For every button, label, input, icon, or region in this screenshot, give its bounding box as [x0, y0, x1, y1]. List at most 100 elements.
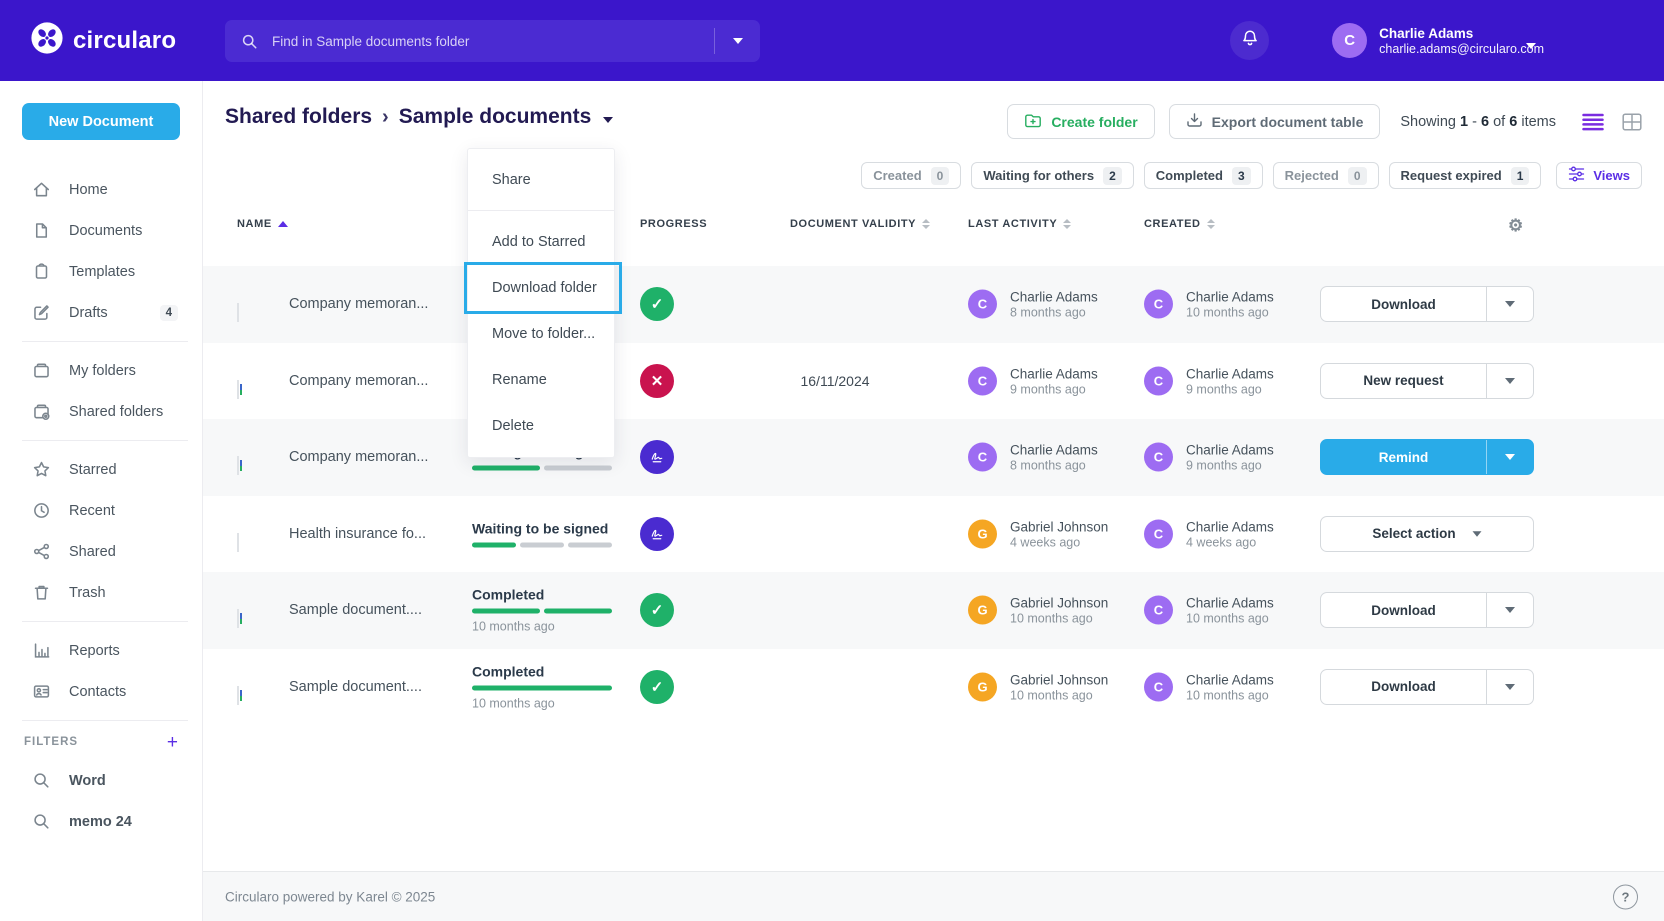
folder-menu-item[interactable]: Rename	[468, 357, 614, 403]
sidebar-item[interactable]: Shared	[0, 531, 202, 572]
document-name[interactable]: Company memoran...	[289, 449, 428, 465]
sidebar-item-label: Templates	[69, 264, 135, 280]
circularo-logo[interactable]: circularo	[30, 21, 176, 60]
last-activity-name: Charlie Adams	[1010, 442, 1098, 459]
created-by: C Charlie Adams 10 months ago	[1144, 671, 1274, 702]
signature-icon	[640, 440, 674, 474]
action-dropdown-toggle[interactable]	[1486, 287, 1533, 321]
row-action-label: New request	[1363, 373, 1443, 388]
table-settings-gear-icon[interactable]: ⚙	[1508, 216, 1524, 236]
row-action-button[interactable]: Download	[1320, 286, 1534, 322]
notifications-button[interactable]	[1230, 21, 1269, 60]
user-menu-caret-icon[interactable]	[1526, 36, 1536, 54]
last-activity-avatar: C	[968, 290, 997, 319]
sidebar-item[interactable]: Contacts	[0, 671, 202, 712]
sidebar-item[interactable]: My folders	[0, 350, 202, 391]
export-document-table-button[interactable]: Export document table	[1169, 104, 1381, 139]
document-name[interactable]: Sample document....	[289, 679, 422, 695]
global-search[interactable]	[225, 20, 760, 62]
progress-bar	[472, 466, 612, 471]
reports-icon	[32, 641, 51, 660]
status-filter-chip[interactable]: Created 0	[861, 162, 961, 189]
table-row[interactable]: Company memoran... Waiting to be signed …	[203, 419, 1664, 496]
search-scope-dropdown[interactable]	[714, 28, 760, 54]
created-time: 9 months ago	[1186, 382, 1274, 396]
sidebar-item[interactable]: Trash	[0, 572, 202, 613]
table-row[interactable]: Sample document.... Completed 10 months …	[203, 649, 1664, 726]
search-input[interactable]	[270, 33, 714, 50]
status-filter-chip[interactable]: Rejected 0	[1273, 162, 1379, 189]
row-action-button[interactable]: Download	[1320, 669, 1534, 705]
created-avatar: C	[1144, 443, 1173, 472]
views-button[interactable]: Views	[1556, 162, 1642, 189]
sidebar-item[interactable]: Recent	[0, 490, 202, 531]
grid-view-icon[interactable]	[1622, 113, 1642, 131]
column-header-document-validity[interactable]: DOCUMENT VALIDITY	[790, 218, 930, 230]
last-activity-avatar: G	[968, 596, 997, 625]
table-row[interactable]: Company memoran... ✓ C Charlie Adams 8 m…	[203, 266, 1664, 343]
document-name[interactable]: Company memoran...	[289, 296, 428, 312]
row-action-button[interactable]: Remind	[1320, 439, 1534, 475]
templates-icon	[32, 262, 51, 281]
chip-count-badge: 3	[1232, 167, 1251, 185]
created-time: 4 weeks ago	[1186, 535, 1274, 549]
table-row[interactable]: Company memoran... ✕ 16/11/2024 C Charli…	[203, 343, 1664, 420]
last-activity: G Gabriel Johnson 10 months ago	[968, 595, 1108, 626]
status-filter-chip[interactable]: Request expired 1	[1389, 162, 1542, 189]
help-button[interactable]: ?	[1613, 884, 1638, 909]
row-action-button[interactable]: New request	[1320, 363, 1534, 399]
folder-menu-item[interactable]: Share	[468, 157, 614, 211]
sidebar-item[interactable]: Shared folders	[0, 391, 202, 432]
breadcrumb-parent[interactable]: Shared folders	[225, 105, 372, 129]
document-name[interactable]: Sample document....	[289, 602, 422, 618]
folder-menu-caret-icon[interactable]	[603, 105, 613, 129]
action-dropdown-toggle[interactable]	[1486, 670, 1533, 704]
table-row[interactable]: Sample document.... Completed 10 months …	[203, 572, 1664, 649]
row-action-button[interactable]: Download	[1320, 592, 1534, 628]
documents-icon	[32, 221, 51, 240]
sidebar-item[interactable]: Home	[0, 169, 202, 210]
footer: Circularo powered by Karel © 2025 ?	[203, 871, 1664, 921]
create-folder-button[interactable]: Create folder	[1007, 104, 1154, 139]
bell-icon	[1240, 28, 1260, 53]
document-name[interactable]: Health insurance fo...	[289, 526, 426, 542]
document-thumbnail	[237, 686, 239, 705]
column-header-name[interactable]: NAME	[237, 218, 288, 230]
user-menu[interactable]: C Charlie Adams charlie.adams@circularo.…	[1332, 23, 1544, 58]
filter-item[interactable]: memo 24	[0, 801, 202, 842]
last-activity-name: Gabriel Johnson	[1010, 671, 1108, 688]
status-filter-chip[interactable]: Completed 3	[1144, 162, 1263, 189]
filter-item[interactable]: Word	[0, 760, 202, 801]
column-header-created[interactable]: CREATED	[1144, 218, 1215, 230]
created-by: C Charlie Adams 10 months ago	[1144, 289, 1274, 320]
status-filter-chip[interactable]: Waiting for others 2	[971, 162, 1133, 189]
table-row[interactable]: Health insurance fo... Waiting to be sig…	[203, 496, 1664, 573]
chip-count-badge: 1	[1511, 167, 1530, 185]
row-action-button[interactable]: Select action	[1320, 516, 1534, 552]
new-document-button[interactable]: New Document	[22, 103, 180, 140]
action-dropdown-toggle[interactable]	[1486, 440, 1533, 474]
status-filter-chips: Created 0 Waiting for others 2 Completed…	[861, 162, 1642, 189]
sidebar-item[interactable]: Drafts 4	[0, 292, 202, 333]
breadcrumb-current[interactable]: Sample documents	[399, 105, 592, 129]
created-time: 10 months ago	[1186, 612, 1274, 626]
add-filter-button[interactable]: +	[167, 733, 178, 752]
list-view-icon[interactable]	[1582, 113, 1604, 131]
folder-menu-item[interactable]: Delete	[468, 403, 614, 449]
folder-menu-item[interactable]: Add to Starred	[468, 219, 614, 265]
document-name[interactable]: Company memoran...	[289, 373, 428, 389]
sliders-icon	[1568, 166, 1585, 185]
sidebar-item[interactable]: Documents	[0, 210, 202, 251]
sidebar-item[interactable]: Starred	[0, 449, 202, 490]
action-dropdown-toggle[interactable]	[1486, 364, 1533, 398]
folder-menu-item[interactable]: Move to folder...	[468, 311, 614, 357]
folder-menu-item[interactable]: Download folder	[468, 265, 614, 311]
action-dropdown-toggle[interactable]	[1486, 593, 1533, 627]
home-icon	[32, 180, 51, 199]
column-header-last-activity[interactable]: LAST ACTIVITY	[968, 218, 1071, 230]
sidebar-item[interactable]: Reports	[0, 630, 202, 671]
last-activity-time: 4 weeks ago	[1010, 535, 1108, 549]
star-icon	[32, 460, 51, 479]
created-time: 9 months ago	[1186, 459, 1274, 473]
sidebar-item[interactable]: Templates	[0, 251, 202, 292]
